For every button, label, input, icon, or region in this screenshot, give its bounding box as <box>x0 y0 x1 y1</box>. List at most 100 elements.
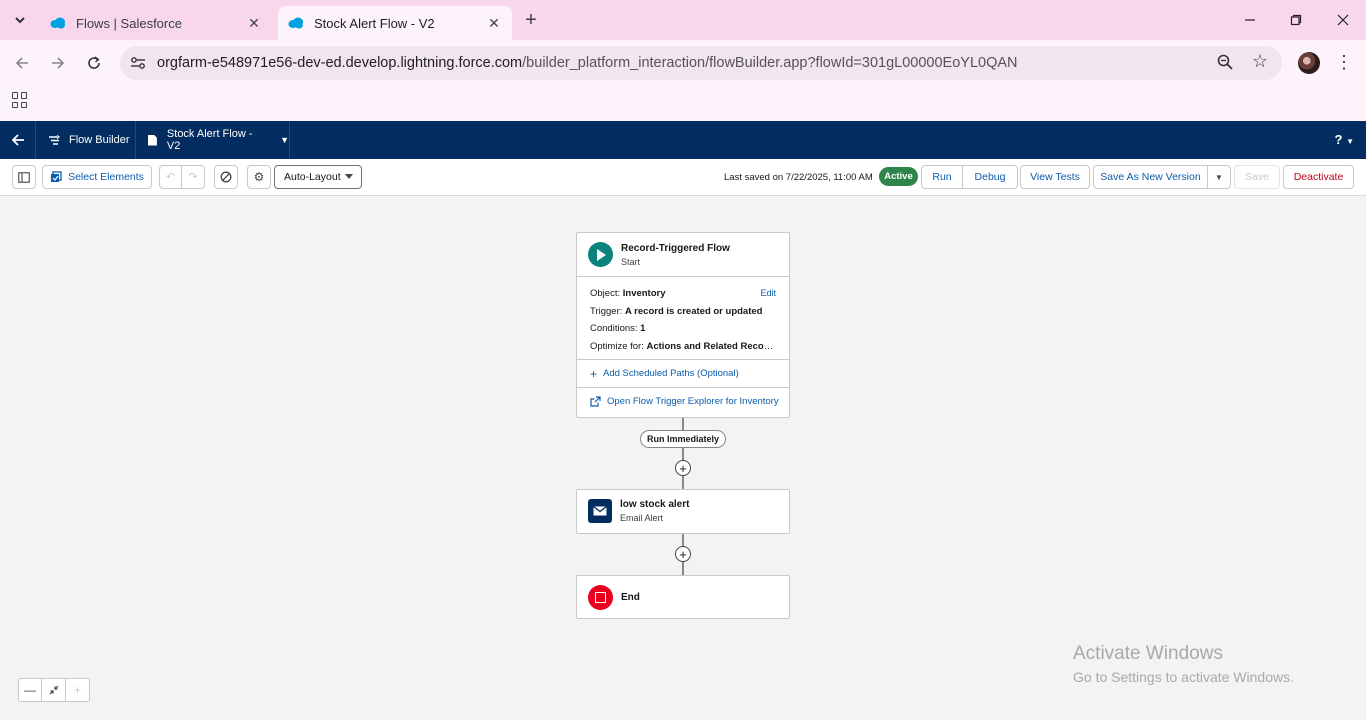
optimize-value: Actions and Related Records <box>646 340 777 352</box>
flow-toolbar: Select Elements ↶ ↷ ⚙ Auto-Layout Last s… <box>0 159 1366 196</box>
conditions-label: Conditions: <box>590 323 638 334</box>
tab-stock-alert-flow[interactable]: Stock Alert Flow - V2 ✕ <box>278 6 512 40</box>
apps-grid-icon[interactable] <box>12 92 28 108</box>
browser-tab-bar: Flows | Salesforce ✕ Stock Alert Flow - … <box>0 0 1366 40</box>
errors-toggle-button[interactable] <box>214 165 238 189</box>
windows-activation-watermark: Activate Windows Go to Settings to activ… <box>1073 643 1294 685</box>
start-title: Record-Triggered Flow <box>621 242 730 254</box>
view-tests-button[interactable]: View Tests <box>1020 165 1090 189</box>
minimize-button[interactable] <box>1238 8 1262 32</box>
email-alert-title: low stock alert <box>620 499 690 510</box>
layout-select-value: Auto-Layout <box>284 171 341 183</box>
chevron-down-icon <box>15 17 25 24</box>
bookmark-star-icon[interactable]: ☆ <box>1252 51 1268 72</box>
conditions-row: Conditions: 1 <box>590 320 776 338</box>
panel-icon <box>18 171 30 183</box>
open-trigger-explorer-link[interactable]: Open Flow Trigger Explorer for Inventory <box>577 387 789 415</box>
debug-label: Debug <box>974 171 1006 183</box>
flow-icon <box>49 134 60 145</box>
app-name-label: Flow Builder <box>69 134 130 146</box>
status-badge: Active <box>879 167 918 186</box>
browser-menu-icon[interactable]: ⋮ <box>1334 51 1354 75</box>
gear-icon: ⚙ <box>253 170 265 184</box>
close-tab-icon[interactable]: ✕ <box>486 15 502 32</box>
back-button[interactable] <box>10 51 34 75</box>
new-tab-button[interactable]: + <box>520 9 542 31</box>
object-value: Inventory <box>622 288 666 299</box>
object-label: Object: <box>590 288 621 299</box>
run-button[interactable]: Run <box>921 165 963 189</box>
fit-view-button[interactable] <box>42 678 66 702</box>
restore-button[interactable] <box>1284 8 1308 32</box>
salesforce-cloud-icon <box>288 17 303 29</box>
undo-button[interactable]: ↶ <box>159 165 182 189</box>
tab-title: Flows | Salesforce <box>76 15 182 31</box>
tab-search-button[interactable] <box>8 8 32 32</box>
watermark-title: Activate Windows <box>1073 643 1223 664</box>
add-scheduled-paths-link[interactable]: + Add Scheduled Paths (Optional) <box>577 359 789 387</box>
select-elements-button[interactable]: Select Elements <box>42 165 152 189</box>
external-link-icon <box>590 396 601 407</box>
zoom-controls: — + <box>18 678 90 702</box>
redo-icon: ↷ <box>188 171 198 183</box>
arrow-left-icon <box>15 57 28 69</box>
toggle-panel-button[interactable] <box>12 165 36 189</box>
layout-select[interactable]: Auto-Layout <box>274 165 362 189</box>
optimize-label: Optimize for: <box>590 340 644 352</box>
save-options-button[interactable]: ▼ <box>1208 165 1231 189</box>
chevron-down-icon: ▼ <box>280 135 289 145</box>
url-text: orgfarm-e548971e56-dev-ed.develop.lightn… <box>157 55 1018 71</box>
zoom-icon[interactable] <box>1216 53 1236 73</box>
add-element-button[interactable]: + <box>675 546 691 562</box>
run-label: Run <box>932 171 952 183</box>
run-debug-group: Run Debug <box>921 165 1018 189</box>
select-icon <box>51 171 62 182</box>
site-settings-icon[interactable] <box>128 53 148 73</box>
add-scheduled-paths-label: Add Scheduled Paths (Optional) <box>603 368 739 379</box>
undo-redo-group: ↶ ↷ <box>159 165 205 189</box>
address-bar[interactable]: orgfarm-e548971e56-dev-ed.develop.lightn… <box>120 46 1282 80</box>
open-trigger-explorer-label: Open Flow Trigger Explorer for Inventory <box>607 396 779 407</box>
reload-button[interactable] <box>82 51 106 75</box>
email-alert-card[interactable]: low stock alert Email Alert <box>576 489 790 534</box>
last-saved-text: Last saved on 7/22/2025, 11:00 AM <box>724 172 873 183</box>
tab-flows-salesforce[interactable]: Flows | Salesforce ✕ <box>40 6 272 40</box>
help-menu[interactable]: ? ▼ <box>1335 132 1355 147</box>
profile-avatar[interactable] <box>1298 52 1320 74</box>
edit-start-link[interactable]: Edit <box>760 285 776 303</box>
start-element-card[interactable]: Record-Triggered Flow Start Object: Inve… <box>576 232 790 418</box>
connector-line <box>682 476 684 490</box>
flow-canvas[interactable]: Record-Triggered Flow Start Object: Inve… <box>0 196 1366 720</box>
flow-name-menu[interactable]: Stock Alert Flow - V2 ▼ <box>136 121 290 159</box>
add-element-button[interactable]: + <box>675 460 691 476</box>
close-tab-icon[interactable]: ✕ <box>246 15 262 32</box>
arrow-right-icon <box>52 57 65 69</box>
url-path: /builder_platform_interaction/flowBuilde… <box>522 55 1018 71</box>
trigger-value: A record is created or updated <box>625 305 763 317</box>
start-subtitle: Start <box>621 256 641 267</box>
email-alert-subtitle: Email Alert <box>620 513 664 523</box>
close-window-button[interactable] <box>1331 8 1355 32</box>
forward-button[interactable] <box>46 51 70 75</box>
redo-button[interactable]: ↷ <box>182 165 205 189</box>
back-to-setup-button[interactable] <box>0 121 36 159</box>
path-label-run-immediately[interactable]: Run Immediately <box>640 430 726 448</box>
save-button[interactable]: Save <box>1234 165 1280 189</box>
close-icon <box>1337 14 1349 26</box>
deactivate-button[interactable]: Deactivate <box>1283 165 1354 189</box>
trigger-row: Trigger: A record is created or updated <box>590 303 776 321</box>
url-host: orgfarm-e548971e56-dev-ed.develop.lightn… <box>157 55 523 71</box>
debug-button[interactable]: Debug <box>963 165 1018 189</box>
plus-icon: + <box>590 366 598 381</box>
save-label: Save <box>1245 171 1269 183</box>
object-row: Object: Inventory Edit <box>590 285 776 303</box>
zoom-out-button[interactable]: — <box>18 678 42 702</box>
stop-icon <box>588 585 613 610</box>
save-as-group: Save As New Version ▼ <box>1093 165 1231 189</box>
save-as-new-version-button[interactable]: Save As New Version <box>1093 165 1208 189</box>
ban-icon <box>220 171 232 183</box>
end-element-card[interactable]: End <box>576 575 790 619</box>
settings-button[interactable]: ⚙ <box>247 165 271 189</box>
zoom-in-button[interactable]: + <box>66 678 90 702</box>
help-icon: ? <box>1334 132 1343 147</box>
